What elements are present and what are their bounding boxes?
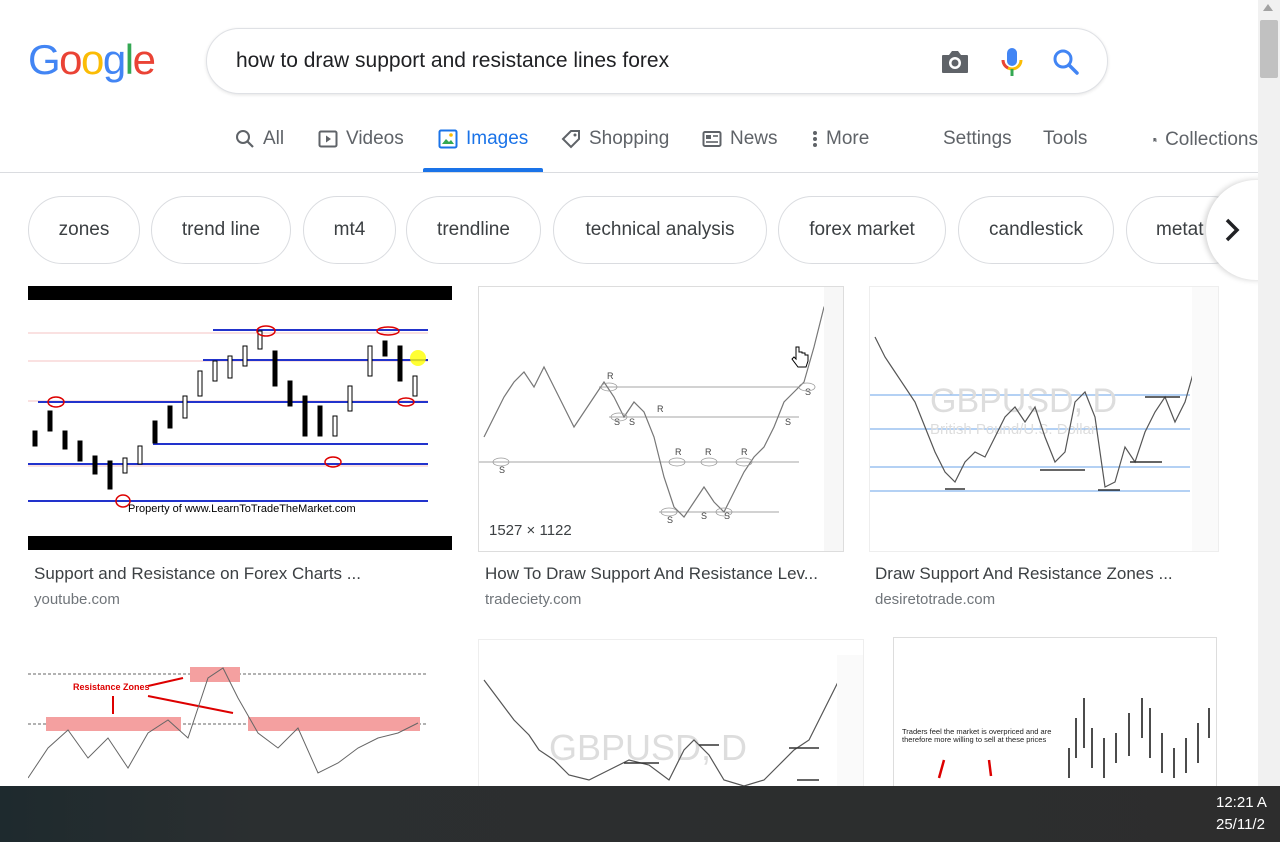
image-icon — [438, 129, 458, 149]
result-source[interactable]: tradeciety.com — [485, 591, 581, 608]
search-box[interactable]: how to draw support and resistance lines… — [206, 28, 1108, 94]
chip[interactable]: zones — [28, 196, 140, 264]
related-chips: zones trend line mt4 trendline technical… — [0, 196, 1258, 264]
news-icon — [702, 131, 722, 147]
search-icon — [236, 130, 254, 148]
search-input[interactable]: how to draw support and resistance lines… — [236, 49, 669, 73]
tab-label: More — [826, 128, 870, 149]
tag-icon — [561, 130, 580, 149]
chip[interactable]: forex market — [778, 196, 946, 264]
bookmark-icon — [1153, 137, 1157, 143]
collections-link[interactable]: Collections — [1153, 128, 1258, 152]
svg-text:R: R — [675, 447, 682, 457]
tab-all[interactable]: All — [235, 128, 284, 150]
svg-text:S: S — [805, 387, 811, 397]
result-thumbnail[interactable]: Resistance Zones — [28, 638, 452, 786]
tab-label: Shopping — [589, 128, 670, 149]
camera-icon[interactable] — [938, 45, 972, 79]
browser-page: Google how to draw support and resistanc… — [0, 0, 1280, 842]
search-icon[interactable] — [1049, 45, 1083, 79]
tab-videos[interactable]: Videos — [318, 128, 404, 150]
tab-news[interactable]: News — [702, 128, 778, 150]
tab-more[interactable]: More — [812, 128, 869, 150]
result-thumbnail[interactable]: GBPUSD, D British Pound/U.S. Dollar — [870, 287, 1218, 551]
chip[interactable]: mt4 — [303, 196, 396, 264]
tools-link[interactable]: Tools — [1043, 128, 1087, 150]
result-caption[interactable]: How To Draw Support And Resistance Lev..… — [485, 564, 818, 584]
os-taskbar: 12:21 A 25/11/2 — [0, 786, 1280, 842]
svg-text:S: S — [614, 417, 620, 427]
header-divider — [0, 172, 1258, 173]
result-source[interactable]: youtube.com — [34, 591, 120, 608]
settings-link[interactable]: Settings — [943, 128, 1012, 150]
svg-text:S: S — [667, 515, 673, 525]
svg-text:R: R — [607, 371, 614, 381]
tab-label: All — [263, 128, 285, 149]
scrollbar-thumb[interactable] — [1260, 20, 1278, 78]
hand-cursor-icon — [791, 346, 809, 368]
svg-text:S: S — [629, 417, 635, 427]
scroll-up-arrow-icon[interactable] — [1263, 4, 1273, 11]
google-logo[interactable]: Google — [28, 36, 156, 84]
tab-label: News — [730, 128, 778, 149]
clock-time: 12:21 A — [1216, 794, 1267, 811]
result-source[interactable]: desiretotrade.com — [875, 591, 995, 608]
vertical-scrollbar[interactable] — [1258, 0, 1280, 786]
result-caption[interactable]: Support and Resistance on Forex Charts .… — [34, 564, 361, 584]
microphone-icon[interactable] — [995, 45, 1029, 79]
result-thumbnail[interactable]: GBPUSD, D — [479, 640, 863, 786]
chip[interactable]: technical analysis — [553, 196, 767, 264]
tab-images[interactable]: Images — [438, 128, 528, 150]
watermark-text: GBPUSD, D — [549, 727, 747, 768]
kebab-icon — [813, 131, 817, 147]
play-icon — [318, 130, 338, 148]
svg-text:S: S — [701, 511, 707, 521]
chip[interactable]: trendline — [406, 196, 541, 264]
result-thumbnail[interactable]: Traders feel the market is overpriced an… — [894, 638, 1216, 786]
system-clock[interactable]: 12:21 A 25/11/2 — [1216, 792, 1278, 836]
search-tabs: All Videos Images Shopping News More Set… — [0, 118, 1260, 172]
image-dimensions-badge: 1527 × 1122 — [481, 517, 580, 544]
watermark-text: Property of www.LearnToTradeTheMarket.co… — [128, 503, 356, 515]
tab-shopping[interactable]: Shopping — [561, 128, 669, 150]
result-thumbnail[interactable]: Property of www.LearnToTradeTheMarket.co… — [28, 286, 452, 550]
chip[interactable]: trend line — [151, 196, 291, 264]
svg-text:R: R — [657, 404, 664, 414]
clock-date: 25/11/2 — [1216, 816, 1265, 833]
annotation-text: Traders feel the market is overpriced an… — [902, 728, 1052, 744]
svg-text:R: R — [741, 447, 748, 457]
svg-text:S: S — [785, 417, 791, 427]
svg-text:S: S — [499, 465, 505, 475]
result-thumbnail[interactable]: RRRRRSSSSSSSS — [479, 287, 843, 551]
chevron-right-icon — [1225, 218, 1240, 242]
annotation-text: Resistance Zones — [73, 682, 150, 692]
tab-label: Videos — [346, 128, 404, 149]
result-caption[interactable]: Draw Support And Resistance Zones ... — [875, 564, 1173, 584]
tab-label: Images — [466, 128, 529, 149]
chip[interactable]: candlestick — [958, 196, 1114, 264]
svg-text:R: R — [705, 447, 712, 457]
